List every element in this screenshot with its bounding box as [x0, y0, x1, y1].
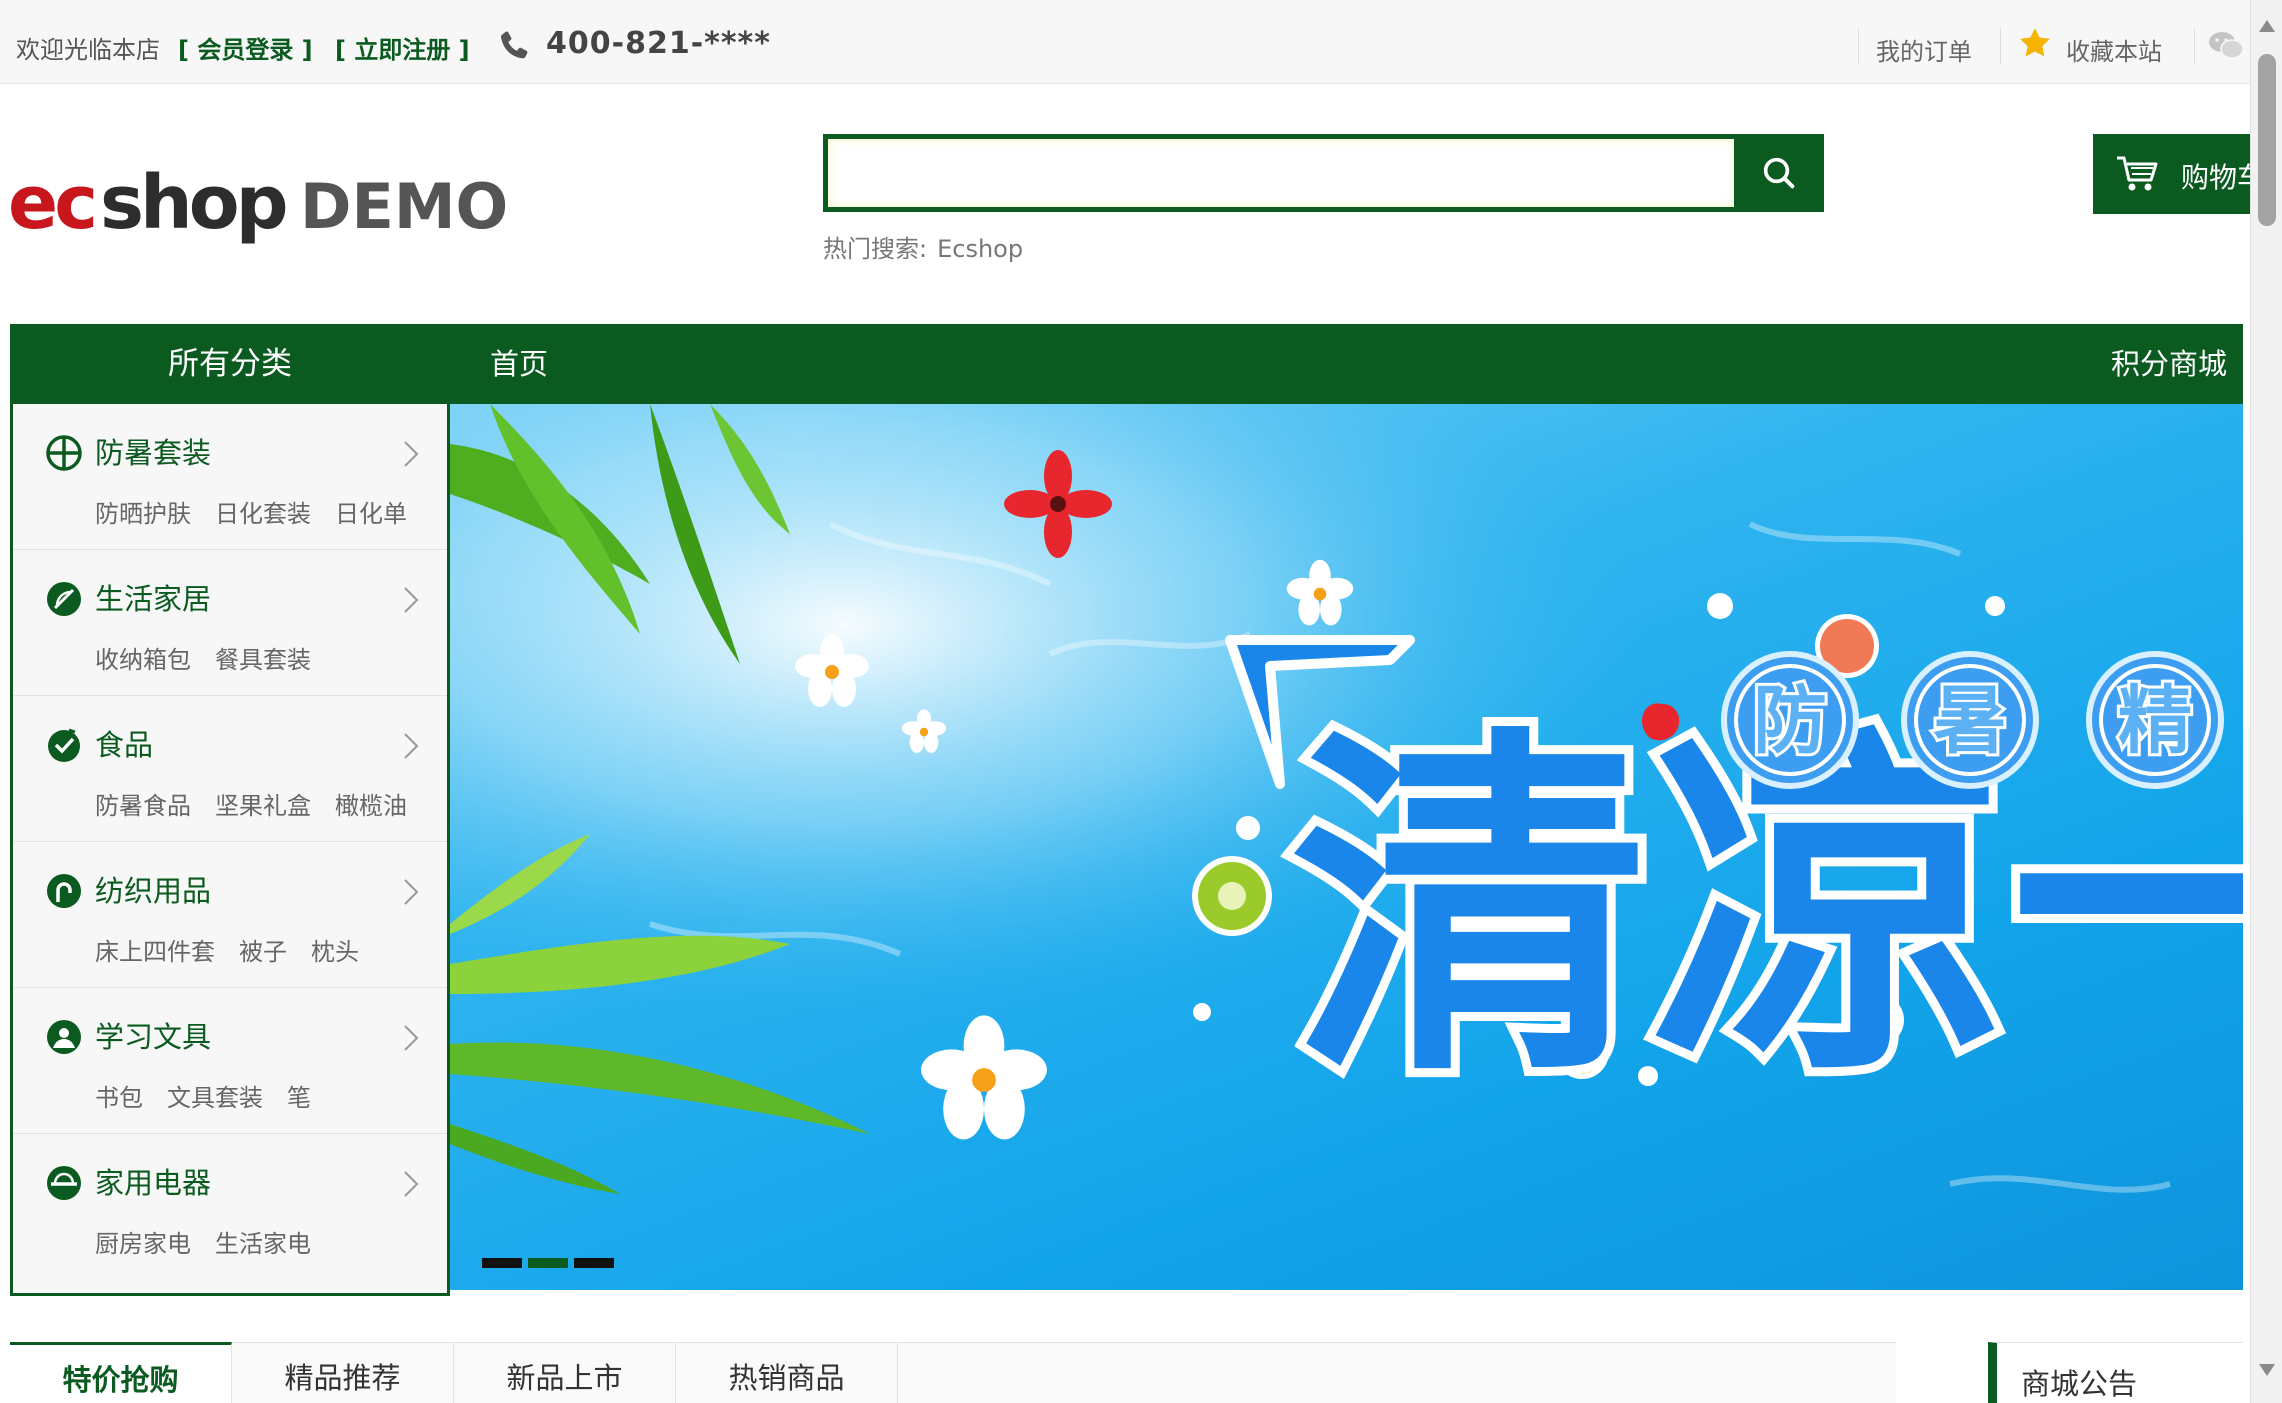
- category-title: 纺织用品: [95, 874, 212, 908]
- member-login-link[interactable]: [ 会员登录 ]: [178, 30, 313, 65]
- textile-category-icon: [47, 874, 81, 908]
- welcome-text: 欢迎光临本店: [16, 36, 160, 64]
- category-title: 家用电器: [95, 1166, 212, 1200]
- chevron-right-icon: [404, 587, 419, 613]
- slide-dot[interactable]: [482, 1258, 522, 1268]
- banner-badge: 精: [2118, 678, 2192, 764]
- subcategory-link[interactable]: 生活家电: [215, 1230, 311, 1258]
- subcategory-link[interactable]: 收纳箱包: [95, 646, 191, 674]
- search-box: [823, 134, 1735, 212]
- scrollbar-thumb[interactable]: [2258, 54, 2276, 226]
- scroll-down-arrow-icon[interactable]: [2259, 1364, 2275, 1376]
- subcategory-link[interactable]: 书包: [95, 1084, 143, 1112]
- all-categories-tab[interactable]: 所有分类: [10, 324, 450, 404]
- shopping-cart-icon: [2117, 156, 2158, 191]
- wechat-icon[interactable]: [2208, 30, 2244, 60]
- chevron-right-icon: [404, 1171, 419, 1197]
- search-button[interactable]: [1734, 134, 1824, 212]
- subcategory-link[interactable]: 厨房家电: [95, 1230, 191, 1258]
- subcategory-link[interactable]: 被子: [239, 938, 287, 966]
- subcategory-link[interactable]: 笔: [287, 1084, 311, 1112]
- hot-search-keyword[interactable]: Ecshop: [937, 235, 1023, 263]
- subcategory-link[interactable]: 日化单: [335, 500, 407, 528]
- category-sidebar: 防暑套装 防晒护肤 日化套装 日化单 生活家居 收纳箱包 餐具套装 食品 防暑食品 坚果…: [10, 404, 450, 1296]
- search-icon: [1763, 157, 1795, 189]
- bookmark-site-link[interactable]: 收藏本站: [2066, 32, 2162, 67]
- stationery-category-icon: [47, 1020, 81, 1054]
- subcategory-link[interactable]: 坚果礼盒: [215, 792, 311, 820]
- slide-dot-active[interactable]: [528, 1258, 568, 1268]
- hero-banner[interactable]: 清凉一 防 暑 精: [450, 404, 2243, 1290]
- category-title: 生活家居: [95, 582, 212, 616]
- chevron-right-icon: [404, 441, 419, 467]
- subcategory-link[interactable]: 床上四件套: [95, 938, 215, 966]
- tab-new-arrivals[interactable]: 新品上市: [454, 1343, 676, 1403]
- subcategory-link[interactable]: 日化套装: [215, 500, 311, 528]
- leaf-category-icon: [47, 582, 81, 616]
- site-logo[interactable]: ec shop DEMO: [8, 160, 508, 246]
- category-title: 学习文具: [95, 1020, 212, 1054]
- chevron-right-icon: [404, 733, 419, 759]
- category-item-stationery[interactable]: 学习文具 书包 文具套装笔: [13, 988, 447, 1134]
- nav-points-mall[interactable]: 积分商城: [2111, 324, 2227, 404]
- food-category-icon: [48, 728, 80, 762]
- category-title: 食品: [95, 728, 154, 762]
- tab-featured[interactable]: 精品推荐: [232, 1343, 454, 1403]
- banner-badge: 防: [1753, 678, 1827, 764]
- main-nav: 所有分类 首页 积分商城: [10, 324, 2243, 404]
- banner-artwork: 清凉一 防 暑 精: [450, 404, 2243, 1290]
- umbrella-category-icon: [46, 435, 82, 471]
- my-orders-link[interactable]: 我的订单: [1876, 32, 1972, 67]
- top-bar: 欢迎光临本店 [ 会员登录 ] [ 立即注册 ] 400-821-**** 我的…: [0, 0, 2250, 84]
- hotline-number: 400-821-****: [546, 26, 771, 61]
- subcategory-link[interactable]: 橄榄油: [335, 792, 407, 820]
- category-item-food[interactable]: 食品 防暑食品 坚果礼盒 橄榄油: [13, 696, 447, 842]
- search-input[interactable]: [828, 139, 1735, 207]
- divider: [1858, 28, 1859, 64]
- hot-search-label: 热门搜索:: [823, 235, 928, 263]
- cart-label: 购物车: [2181, 161, 2250, 194]
- chevron-right-icon: [404, 879, 419, 905]
- announcement-title: 商城公告: [2021, 1367, 2138, 1401]
- logo-demo-text: DEMO: [300, 170, 509, 243]
- subcategory-link[interactable]: 文具套装: [167, 1084, 263, 1112]
- category-item-textiles[interactable]: 纺织用品 床上四件套 被子 枕头: [13, 842, 447, 988]
- shopping-cart-button[interactable]: 购物车: [2093, 134, 2250, 214]
- star-icon: [2020, 28, 2050, 57]
- divider: [2194, 28, 2195, 64]
- store-announcement: 商城公告: [1988, 1342, 2243, 1403]
- category-item-summer[interactable]: 防暑套装 防晒护肤 日化套装 日化单: [13, 404, 447, 550]
- category-title: 防暑套装: [95, 436, 212, 470]
- chevron-right-icon: [404, 1025, 419, 1051]
- subcategory-link[interactable]: 枕头: [311, 938, 359, 966]
- tab-special-offer[interactable]: 特价抢购: [10, 1342, 232, 1403]
- subcategory-link[interactable]: 防暑食品: [95, 792, 191, 820]
- banner-pagination: [482, 1253, 620, 1272]
- tab-best-sellers[interactable]: 热销商品: [676, 1343, 898, 1403]
- phone-icon: [501, 31, 528, 59]
- scroll-up-arrow-icon[interactable]: [2259, 20, 2275, 32]
- divider: [2000, 28, 2001, 64]
- register-link[interactable]: [ 立即注册 ]: [335, 30, 470, 65]
- svg-text:shop: shop: [100, 164, 286, 246]
- subcategory-link[interactable]: 防晒护肤: [95, 500, 191, 528]
- category-item-home-living[interactable]: 生活家居 收纳箱包 餐具套装: [13, 550, 447, 696]
- ecshop-logo-icon: ec shop: [8, 160, 290, 246]
- category-item-appliances[interactable]: 家用电器 厨房家电 生活家电: [13, 1134, 447, 1280]
- subcategory-link[interactable]: 餐具套装: [215, 646, 311, 674]
- slide-dot[interactable]: [574, 1258, 614, 1268]
- nav-home[interactable]: 首页: [490, 324, 548, 404]
- product-tabs: 特价抢购 精品推荐 新品上市 热销商品: [10, 1342, 1896, 1403]
- svg-text:ec: ec: [8, 164, 94, 246]
- page-scrollbar[interactable]: [2250, 0, 2282, 1403]
- hot-search: 热门搜索: Ecshop: [823, 229, 1023, 264]
- appliance-category-icon: [47, 1166, 81, 1200]
- banner-badge: 暑: [1933, 678, 2007, 764]
